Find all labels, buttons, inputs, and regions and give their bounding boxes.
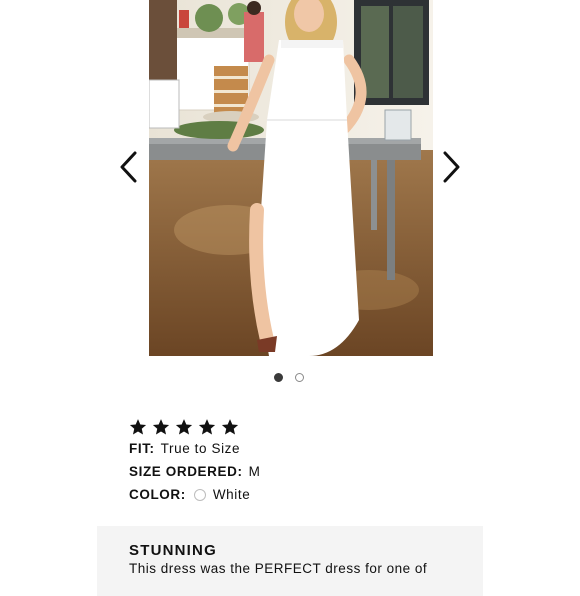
chevron-right-icon xyxy=(443,151,460,183)
carousel-dot-2[interactable] xyxy=(295,373,304,382)
carousel-pagination xyxy=(0,373,580,382)
color-value: White xyxy=(212,487,251,502)
fit-value: True to Size xyxy=(160,441,241,456)
review-body: This dress was the PERFECT dress for one… xyxy=(129,561,428,576)
chevron-left-icon xyxy=(120,151,137,183)
star-icon xyxy=(129,418,147,436)
size-label: SIZE ORDERED: xyxy=(129,464,243,479)
fit-label: FIT: xyxy=(129,441,155,456)
color-label: COLOR: xyxy=(129,487,186,502)
size-row: SIZE ORDERED: M xyxy=(129,460,489,483)
review-content: STUNNING This dress was the PERFECT dres… xyxy=(97,526,483,596)
review-title: STUNNING xyxy=(129,542,217,559)
review-details: FIT: True to Size SIZE ORDERED: M COLOR:… xyxy=(129,417,489,506)
star-icon xyxy=(221,418,239,436)
carousel-prev-button[interactable] xyxy=(113,150,143,184)
star-icon xyxy=(198,418,216,436)
star-icon xyxy=(175,418,193,436)
review-photo[interactable] xyxy=(149,0,433,356)
photo-illustration xyxy=(149,0,433,356)
carousel-dot-1[interactable] xyxy=(274,373,283,382)
fit-row: FIT: True to Size xyxy=(129,437,489,460)
carousel-next-button[interactable] xyxy=(437,150,467,184)
color-row: COLOR: White xyxy=(129,483,489,506)
color-swatch xyxy=(193,488,206,501)
star-rating xyxy=(129,417,489,437)
review-photo-carousel xyxy=(0,0,580,395)
star-icon xyxy=(152,418,170,436)
size-value: M xyxy=(248,464,261,479)
